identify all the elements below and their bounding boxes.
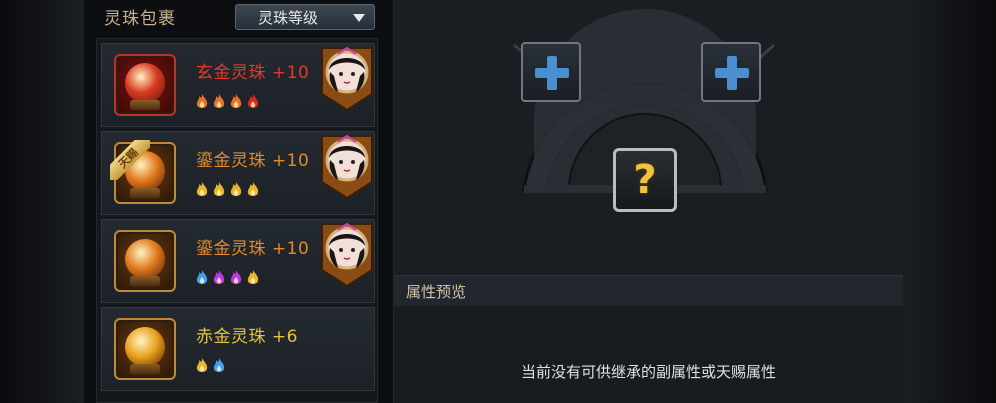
plus-icon-bar: [535, 68, 569, 78]
flame-icon: [230, 270, 242, 284]
orb-name: 玄金灵珠 +10: [196, 63, 310, 83]
orb-sphere: [125, 327, 165, 367]
equipped-hero-badge: [320, 222, 374, 288]
flame-icon: [196, 182, 208, 196]
attr-preview-title: 属性预览: [406, 283, 467, 301]
flame-icon: [196, 94, 208, 108]
orb-icon: [114, 230, 176, 292]
flame-icon: [247, 270, 259, 284]
bestowed-ribbon-label: 天赐: [110, 140, 150, 180]
empty-attr-message: 当前没有可供继承的副属性或天赐属性: [520, 363, 776, 381]
flame-icon: [230, 94, 242, 108]
question-mark-icon: ?: [633, 157, 657, 203]
bag-title: 灵珠包裹: [104, 9, 176, 29]
stone-arch-frame: [513, 9, 775, 193]
inherit-slot-right-add[interactable]: [701, 42, 761, 102]
star-flames: [196, 94, 259, 110]
orb-name: 鎏金灵珠 +10: [196, 151, 310, 171]
flame-icon: [213, 182, 225, 196]
equipped-hero-badge: [320, 134, 374, 200]
inherit-result-slot[interactable]: ?: [613, 148, 677, 212]
right-frame-border: [902, 0, 996, 403]
flame-icon: [213, 94, 225, 108]
orb-list-item[interactable]: 天赐 鎏金灵珠 +10: [101, 131, 375, 215]
orb-name: 鎏金灵珠 +10: [196, 239, 310, 259]
left-frame-border: [0, 0, 84, 403]
orb-stand: [130, 188, 160, 198]
bestowed-ribbon: 天赐: [110, 140, 150, 180]
flame-icon: [247, 94, 259, 108]
flame-icon: [213, 358, 225, 372]
inherit-stage: ?: [394, 0, 903, 275]
plus-icon-bar: [715, 68, 749, 78]
orb-stand: [130, 100, 160, 110]
inherit-panel: ? 属性预览 当前没有可供继承的副属性或天赐属性: [393, 0, 903, 403]
orb-stand: [130, 364, 160, 374]
inherit-slot-left-add[interactable]: [521, 42, 581, 102]
flame-icon: [196, 270, 208, 284]
orb-list-item[interactable]: 玄金灵珠 +10: [101, 43, 375, 127]
orb-stand: [130, 276, 160, 286]
orb-icon: [114, 54, 176, 116]
flame-icon: [196, 358, 208, 372]
star-flames: [196, 182, 259, 198]
orb-bag-list[interactable]: 玄金灵珠 +10 天赐 鎏金灵珠 +10 鎏金灵珠 +10 赤金灵珠 +6: [96, 38, 378, 403]
hero-portrait-icon: [321, 222, 373, 288]
orb-list-item[interactable]: 鎏金灵珠 +10: [101, 219, 375, 303]
sort-dropdown-label: 灵珠等级: [258, 8, 319, 27]
flame-icon: [230, 182, 242, 196]
hero-portrait-icon: [321, 134, 373, 200]
attr-preview-body: 当前没有可供继承的副属性或天赐属性: [394, 306, 903, 403]
chevron-down-icon: [353, 14, 365, 22]
hero-portrait-icon: [321, 46, 373, 112]
star-flames: [196, 270, 259, 286]
orb-sphere: [125, 63, 165, 103]
flame-icon: [247, 182, 259, 196]
equipped-hero-badge: [320, 46, 374, 112]
sort-dropdown[interactable]: 灵珠等级: [235, 4, 375, 30]
star-flames: [196, 358, 225, 374]
orb-sphere: [125, 239, 165, 279]
orb-name: 赤金灵珠 +6: [196, 327, 298, 347]
orb-list-item[interactable]: 赤金灵珠 +6: [101, 307, 375, 391]
orb-icon: [114, 318, 176, 380]
flame-icon: [213, 270, 225, 284]
attr-preview-header: 属性预览: [394, 275, 903, 307]
